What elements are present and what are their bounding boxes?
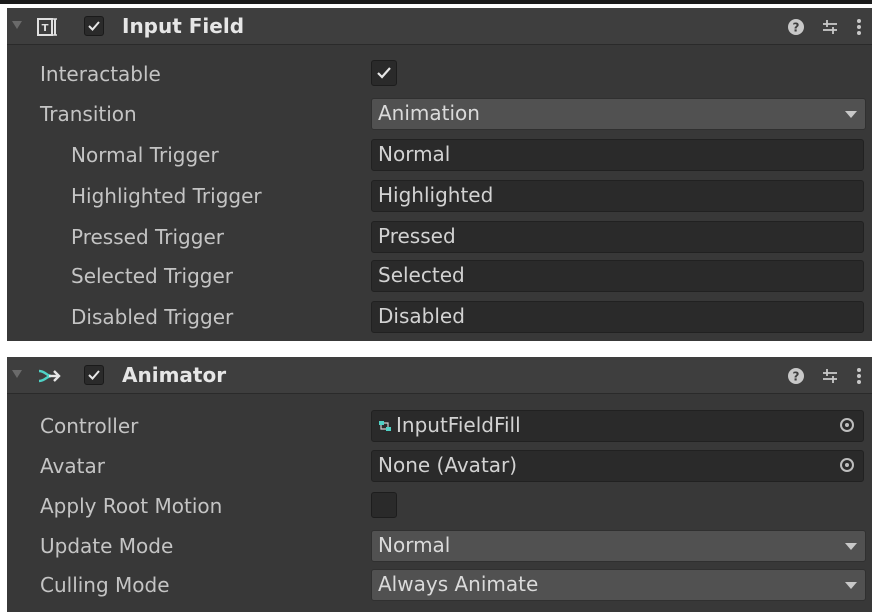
transition-label: Transition <box>40 102 137 126</box>
pressed-trigger-row: Pressed Trigger Pressed <box>7 219 872 257</box>
normal-trigger-label: Normal Trigger <box>71 143 219 167</box>
component-title: Input Field <box>122 14 245 38</box>
preset-icon[interactable] <box>820 366 840 386</box>
svg-text:?: ? <box>793 370 800 384</box>
apply-root-motion-checkbox[interactable] <box>371 492 397 518</box>
more-icon[interactable] <box>854 366 864 386</box>
highlighted-trigger-label: Highlighted Trigger <box>71 184 262 208</box>
normal-trigger-row: Normal Trigger Normal <box>7 137 872 175</box>
normal-trigger-input[interactable]: Normal <box>371 139 864 171</box>
object-picker-icon[interactable] <box>833 411 863 441</box>
selected-trigger-row: Selected Trigger Selected <box>7 258 872 296</box>
interactable-checkbox[interactable] <box>371 60 397 86</box>
svg-text:?: ? <box>793 21 800 35</box>
help-icon[interactable]: ? <box>786 17 806 37</box>
transition-dropdown[interactable]: Animation <box>371 98 866 130</box>
svg-text:T: T <box>42 23 49 34</box>
update-mode-dropdown[interactable]: Normal <box>371 530 866 562</box>
animator-icon <box>37 365 61 387</box>
selected-trigger-input[interactable]: Selected <box>371 260 864 292</box>
top-divider <box>0 0 872 4</box>
update-mode-label: Update Mode <box>40 534 174 558</box>
component-enabled-checkbox[interactable] <box>84 16 104 36</box>
apply-root-motion-row: Apply Root Motion <box>7 488 872 526</box>
highlighted-trigger-row: Highlighted Trigger Highlighted <box>7 178 872 216</box>
component-header[interactable]: Animator ? <box>7 357 872 394</box>
dropdown-arrow-icon <box>845 582 857 589</box>
update-mode-row: Update Mode Normal <box>7 528 872 566</box>
animator-component: Animator ? Controller InputFieldFill Ava… <box>7 357 872 612</box>
transition-row: Transition Animation <box>7 96 872 134</box>
transition-value: Animation <box>378 101 480 125</box>
controller-object-field[interactable]: InputFieldFill <box>371 410 864 442</box>
update-mode-value: Normal <box>378 533 451 557</box>
interactable-row: Interactable <box>7 56 872 94</box>
animator-controller-icon <box>378 412 392 431</box>
avatar-label: Avatar <box>40 454 105 478</box>
input-field-component: T Input Field ? Interactable Transition … <box>7 8 872 341</box>
avatar-object-field[interactable]: None (Avatar) <box>371 450 864 482</box>
culling-mode-value: Always Animate <box>378 572 539 596</box>
help-icon[interactable]: ? <box>786 366 806 386</box>
component-title: Animator <box>122 363 227 387</box>
culling-mode-label: Culling Mode <box>40 573 170 597</box>
disabled-trigger-row: Disabled Trigger Disabled <box>7 299 872 337</box>
controller-label: Controller <box>40 414 139 438</box>
more-icon[interactable] <box>854 17 864 37</box>
dropdown-arrow-icon <box>845 111 857 118</box>
dropdown-arrow-icon <box>845 543 857 550</box>
disabled-trigger-label: Disabled Trigger <box>71 305 234 329</box>
avatar-value: None (Avatar) <box>378 453 518 477</box>
controller-row: Controller InputFieldFill <box>7 408 872 446</box>
interactable-label: Interactable <box>40 62 161 86</box>
avatar-row: Avatar None (Avatar) <box>7 448 872 486</box>
preset-icon[interactable] <box>820 17 840 37</box>
disabled-trigger-input[interactable]: Disabled <box>371 301 864 333</box>
culling-mode-row: Culling Mode Always Animate <box>7 567 872 605</box>
pressed-trigger-input[interactable]: Pressed <box>371 221 864 253</box>
pressed-trigger-label: Pressed Trigger <box>71 225 224 249</box>
selected-trigger-label: Selected Trigger <box>71 264 234 288</box>
foldout-arrow-icon[interactable] <box>12 21 22 29</box>
controller-value: InputFieldFill <box>396 413 521 437</box>
culling-mode-dropdown[interactable]: Always Animate <box>371 569 866 601</box>
component-enabled-checkbox[interactable] <box>84 365 104 385</box>
component-header[interactable]: T Input Field ? <box>7 8 872 45</box>
foldout-arrow-icon[interactable] <box>12 370 22 378</box>
object-picker-icon[interactable] <box>833 451 863 481</box>
input-field-icon: T <box>37 16 59 38</box>
highlighted-trigger-input[interactable]: Highlighted <box>371 180 864 212</box>
apply-root-motion-label: Apply Root Motion <box>40 494 223 518</box>
